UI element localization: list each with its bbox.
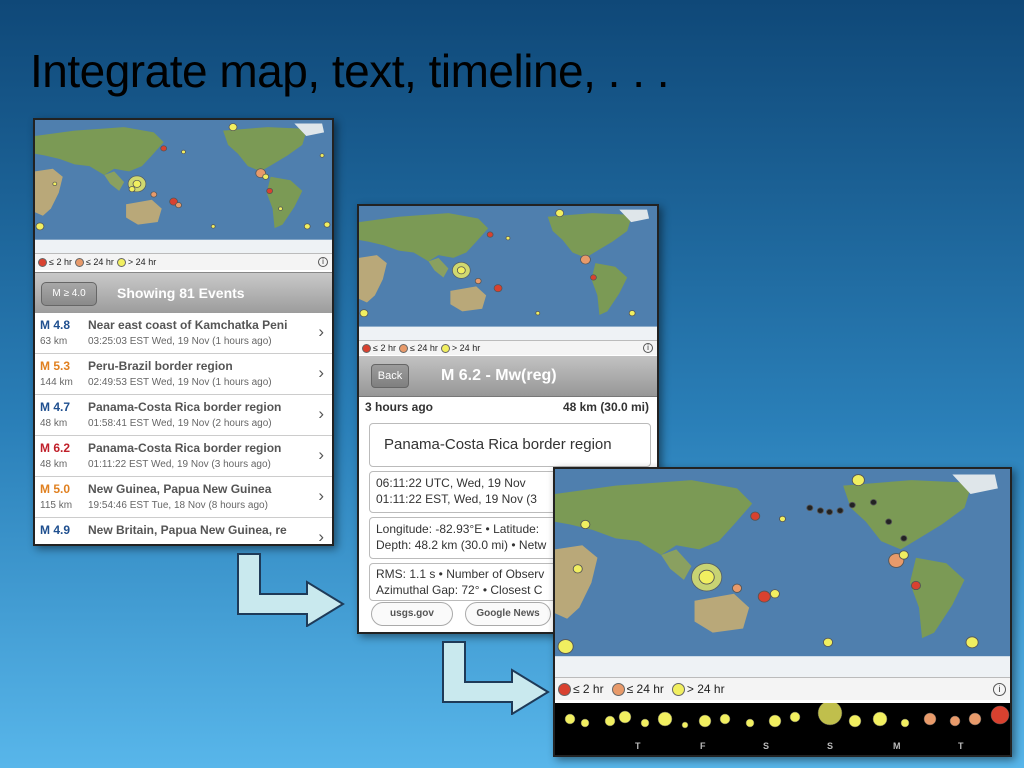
event-region: Near east coast of Kamchatka Peni [88,318,288,332]
flow-arrow-icon [442,641,550,715]
coordinates: Longitude: -82.93°E • Latitude: [376,522,540,536]
legend-dot [671,682,685,696]
region-box: Panama-Costa Rica border region [369,423,651,467]
timeline-day-label: T [635,741,641,751]
chevron-right-icon: › [318,322,324,341]
legend-label: > 24 hr [451,343,481,353]
legend-dot [74,257,84,267]
event-depth: 115 km [40,500,73,511]
timeline-day-label: F [700,741,706,751]
event-row[interactable]: M 5.0 New Guinea, Papua New Guinea 115 k… [35,477,332,518]
event-region: New Britain, Papua New Guinea, re [88,523,287,537]
event-list-screenshot: ≤ 2 hr ≤ 24 hr > 24 hr i M ≥ 4.0 Showing… [33,118,334,546]
event-row[interactable]: M 5.3 Peru-Brazil border region 144 km 0… [35,354,332,395]
event-magnitude: M 6.2 [40,441,71,455]
timeline-day-label: M [893,741,901,751]
flow-arrow-icon [237,553,345,627]
chevron-right-icon: › [318,527,324,546]
gap-line: Azimuthal Gap: 72° • Closest C [376,583,543,597]
event-region: Panama-Costa Rica border region [88,441,282,455]
event-list: M 4.8 Near east coast of Kamchatka Peni … [35,313,332,546]
map-timeline-screenshot: ≤ 2 hr ≤ 24 hr > 24 hr i T F S S M T [553,467,1012,757]
legend-dot [362,343,371,353]
depth-network: Depth: 48.2 km (30.0 mi) • Netw [376,538,547,552]
legend-label: ≤ 24 hr [409,343,438,353]
legend-label: ≤ 2 hr [373,343,396,353]
event-magnitude: M 5.3 [40,359,71,373]
timeline-day-label: T [958,741,964,751]
chevron-right-icon: › [318,445,324,464]
info-icon[interactable]: i [993,683,1006,696]
event-row[interactable]: M 4.9 New Britain, Papua New Guinea, re … [35,518,332,546]
event-magnitude: M 4.7 [40,400,71,414]
detail-navbar: Back M 6.2 - Mw(reg) [359,356,657,397]
event-row[interactable]: M 4.7 Panama-Costa Rica border region 48… [35,395,332,436]
event-time: 02:49:53 EST Wed, 19 Nov (1 hours ago) [88,377,272,388]
region-label: Panama-Costa Rica border region [384,436,612,453]
event-row[interactable]: M 4.8 Near east coast of Kamchatka Peni … [35,313,332,354]
timeline-bubbles [564,703,1010,729]
utc-time: 06:11:22 UTC, Wed, 19 Nov [376,476,526,490]
legend-dot [611,682,625,696]
chevron-right-icon: › [318,363,324,382]
event-depth: 48 km [40,459,68,470]
google-news-button[interactable]: Google News [465,602,551,626]
chevron-right-icon: › [318,486,324,505]
info-icon[interactable]: i [318,257,328,267]
event-count-title: Showing 81 Events [117,285,245,301]
event-time: 01:11:22 EST Wed, 19 Nov (3 hours ago) [88,459,271,470]
list-toolbar: M ≥ 4.0 Showing 81 Events [35,272,332,314]
map-legend: ≤ 2 hr ≤ 24 hr > 24 hr i [35,253,332,270]
event-magnitude: M 4.9 [40,523,71,537]
event-region: New Guinea, Papua New Guinea [88,482,272,496]
legend-dot [116,257,126,267]
legend-dot [38,257,47,267]
info-icon[interactable]: i [643,343,653,353]
legend-label: ≤ 24 hr [626,682,664,696]
event-row[interactable]: M 6.2 Panama-Costa Rica border region 48… [35,436,332,477]
timeline-day-label: S [827,741,834,751]
legend-dot [440,343,450,353]
event-depth: 144 km [40,377,73,388]
legend-label: ≤ 2 hr [49,257,72,267]
legend-label: ≤ 2 hr [573,682,604,696]
event-time: 03:25:03 EST Wed, 19 Nov (1 hours ago) [88,336,272,347]
back-button[interactable]: Back [371,364,409,388]
event-timeline[interactable]: T F S S M T [555,703,1010,755]
timeline-day-label: S [763,741,770,751]
event-magnitude: M 4.8 [40,318,71,332]
event-time: 01:58:41 EST Wed, 19 Nov (2 hours ago) [88,418,272,429]
legend-dot [558,682,571,696]
chevron-right-icon: › [318,404,324,423]
legend-label: ≤ 24 hr [85,257,114,267]
event-time: 19:54:46 EST Tue, 18 Nov (8 hours ago) [88,500,268,511]
world-map[interactable] [35,120,332,253]
map-legend: ≤ 2 hr ≤ 24 hr > 24 hr i [359,340,657,355]
usgs-link-button[interactable]: usgs.gov [371,602,453,626]
event-magnitude: M 5.0 [40,482,71,496]
event-region: Peru-Brazil border region [88,359,233,373]
world-map[interactable] [359,206,657,340]
slide-title: Integrate map, text, timeline, . . . [30,45,670,97]
event-depth: 48 km [40,418,68,429]
event-depth: 63 km [40,336,68,347]
depth-summary: 48 km (30.0 mi) [562,400,649,414]
rms-line: RMS: 1.1 s • Number of Observ [376,567,545,581]
event-title: M 6.2 - Mw(reg) [441,367,557,384]
legend-dot [398,343,408,353]
map-legend: ≤ 2 hr ≤ 24 hr > 24 hr i [555,677,1010,700]
time-ago: 3 hours ago [365,400,434,414]
magnitude-filter-button[interactable]: M ≥ 4.0 [41,282,97,306]
event-region: Panama-Costa Rica border region [88,400,282,414]
legend-label: > 24 hr [686,682,725,696]
est-time: 01:11:22 EST, Wed, 19 Nov (3 [376,492,537,506]
world-map[interactable] [555,469,1010,677]
legend-label: > 24 hr [127,257,157,267]
